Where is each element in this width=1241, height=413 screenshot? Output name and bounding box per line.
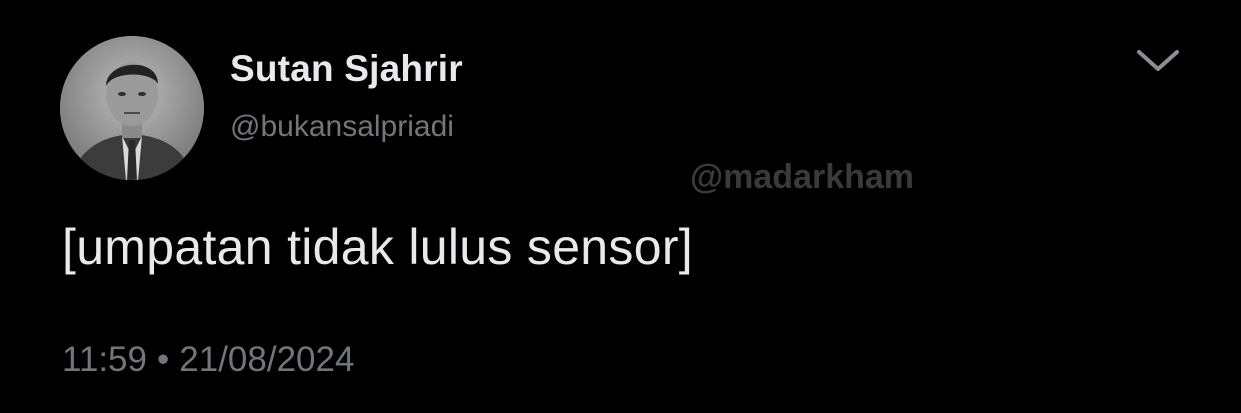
chevron-down-icon bbox=[1137, 50, 1179, 71]
tweet-text: [umpatan tidak lulus sensor] bbox=[62, 219, 693, 275]
author-handle[interactable]: @bukansalpriadi bbox=[230, 110, 454, 144]
more-options-button[interactable] bbox=[1128, 36, 1188, 86]
tweet-time: 11:59 bbox=[62, 340, 147, 379]
author-display-name[interactable]: Sutan Sjahrir bbox=[230, 48, 463, 90]
watermark-text: @madarkham bbox=[690, 158, 915, 196]
tweet-timestamp[interactable]: 11:59 • 21/08/2024 bbox=[62, 340, 354, 380]
portrait-photo-icon bbox=[60, 36, 204, 180]
tweet-card: Sutan Sjahrir @bukansalpriadi @madarkham… bbox=[0, 0, 1241, 413]
avatar[interactable] bbox=[60, 36, 204, 180]
tweet-date: 21/08/2024 bbox=[179, 340, 355, 379]
meta-separator: • bbox=[157, 340, 170, 379]
